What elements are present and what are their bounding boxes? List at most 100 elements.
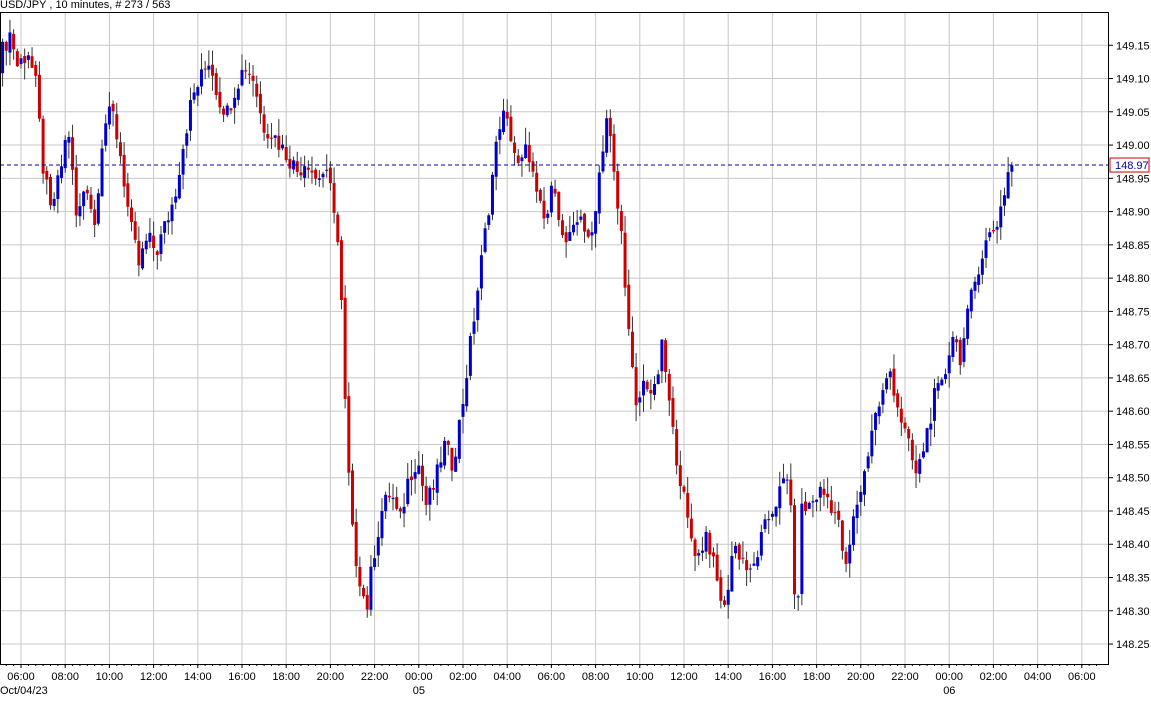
candle-down (251, 75, 255, 81)
candle-up (373, 558, 377, 568)
candle-down (723, 600, 727, 605)
current-price-label: 148.97 (1115, 160, 1149, 172)
candle-down (115, 114, 119, 140)
candle-up (468, 335, 472, 376)
candle-down (627, 284, 631, 330)
candle-down (214, 73, 218, 95)
candle-up (479, 255, 483, 289)
candle-down (516, 155, 520, 163)
axis-layer: 149.15 149.10 149.05 149.00 148.95 148.90 148.… (0, 40, 1150, 697)
candle-up (380, 511, 384, 539)
candle-up (199, 69, 203, 87)
candle-down (15, 51, 19, 67)
candle-up (980, 258, 984, 275)
candle-down (130, 207, 133, 222)
candle-down (513, 142, 517, 153)
candle-up (781, 478, 785, 484)
candle-down (789, 479, 793, 506)
candle-down (30, 56, 34, 68)
candle-down (892, 368, 896, 396)
candle-up (988, 232, 992, 238)
candle-down (211, 64, 215, 76)
candle-down (678, 465, 682, 487)
candle-up (767, 519, 771, 521)
candle-up (774, 506, 778, 517)
x-tick-label: 10:00 (626, 671, 654, 683)
candle-up (1006, 172, 1010, 199)
candle-down (531, 161, 535, 172)
candle-up (107, 106, 111, 125)
candle-up (925, 428, 929, 453)
candle-up (811, 501, 815, 503)
candle-up (862, 471, 866, 495)
candle-down (826, 493, 830, 498)
candle-down (347, 396, 351, 473)
candle-down (266, 134, 270, 139)
frame-layer: 148.97 (0, 12, 1150, 665)
candle-down (675, 429, 679, 466)
candle-down (833, 512, 837, 514)
candle-down (332, 183, 336, 213)
candle-up (866, 456, 870, 469)
candle-up (605, 118, 609, 153)
candle-down (586, 229, 590, 237)
candle-up (929, 423, 933, 430)
candle-up (962, 338, 966, 362)
candle-up (815, 499, 819, 502)
candle-up (697, 553, 701, 556)
candle-up (144, 240, 148, 250)
candle-up (575, 222, 579, 225)
candle-up (487, 215, 491, 226)
candle-up (476, 290, 480, 321)
candle-down (645, 381, 649, 390)
candle-up (100, 148, 104, 197)
candle-down (553, 188, 557, 194)
candle-up (969, 289, 973, 312)
candle-up (454, 456, 458, 472)
candle-down (295, 161, 299, 172)
candle-down (118, 142, 122, 157)
candle-down (560, 220, 564, 236)
candle-up (141, 248, 145, 269)
candle-up (704, 531, 708, 552)
candle-up (325, 169, 329, 171)
y-tick-label: 148.60 (1116, 406, 1150, 418)
x-tick-label: 16:00 (228, 671, 256, 683)
candle-up (273, 135, 277, 138)
candle-up (240, 69, 244, 86)
candle-down (133, 221, 137, 240)
x-tick-label: 06:00 (538, 671, 566, 683)
candle-down (85, 189, 89, 194)
candle-down (686, 492, 690, 518)
candle-down (255, 83, 259, 97)
candle-down (229, 108, 233, 111)
candle-down (4, 41, 8, 51)
x-tick-label: 16:00 (759, 671, 787, 683)
y-tick-label: 149.05 (1116, 107, 1150, 119)
candle-down (741, 557, 745, 559)
plot-frame (0, 12, 1109, 665)
candle-up (96, 193, 100, 224)
candle-up (82, 191, 86, 207)
candle-up (457, 419, 461, 459)
y-tick-label: 148.30 (1116, 606, 1150, 618)
candle-up (977, 274, 981, 285)
candle-up (918, 459, 922, 474)
candle-down (203, 68, 207, 70)
candle-up (413, 472, 417, 479)
candle-up (159, 234, 163, 254)
candle-down (910, 439, 914, 461)
candle-up (851, 516, 855, 545)
candle-down (306, 167, 310, 170)
candle-up (148, 232, 152, 242)
candle-down (34, 64, 38, 76)
candle-up (785, 479, 789, 481)
candle-up (881, 390, 885, 405)
candle-up (236, 88, 240, 100)
candle-up (656, 374, 660, 385)
candle-down (955, 339, 959, 343)
candle-up (281, 144, 285, 149)
candle-down (840, 520, 844, 551)
candle-up (376, 537, 380, 556)
candle-up (177, 174, 181, 199)
